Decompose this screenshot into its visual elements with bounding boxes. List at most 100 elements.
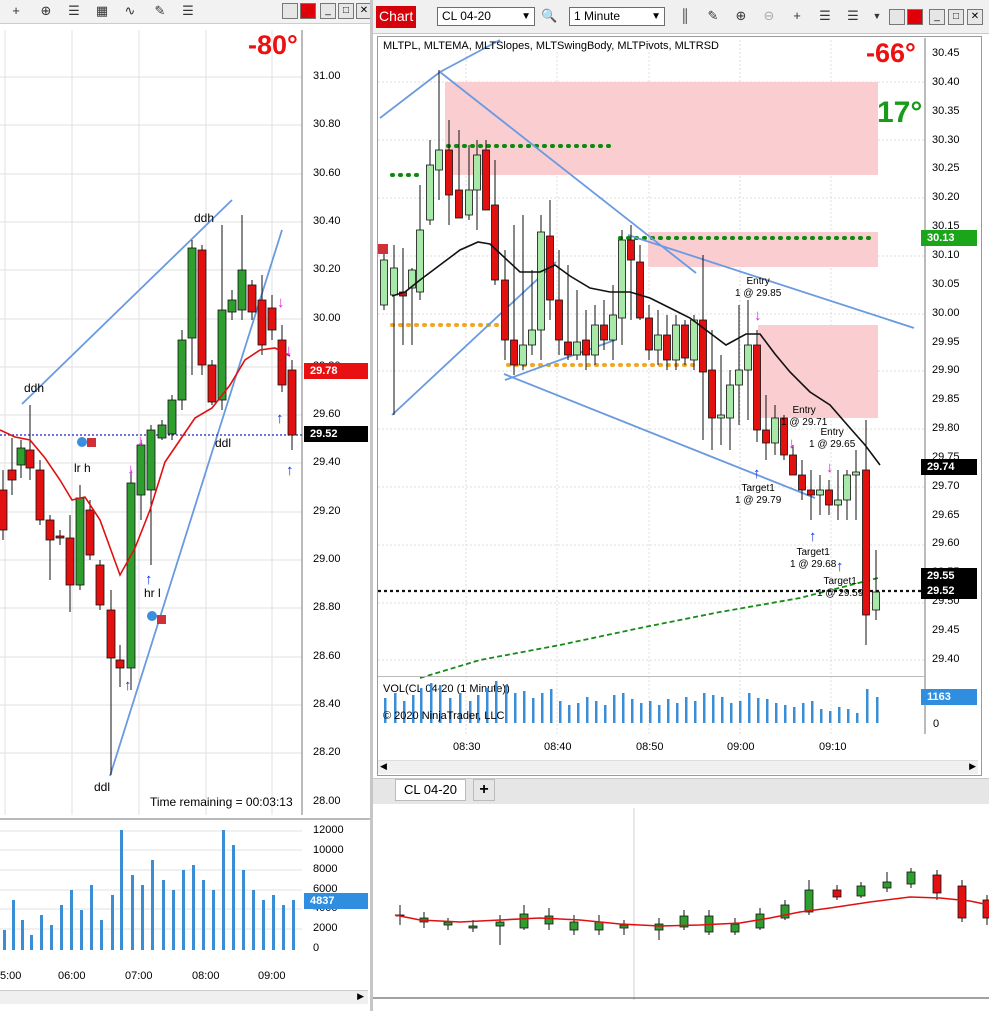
right-candle — [798, 474, 806, 491]
left-candle — [177, 339, 187, 401]
left-candle — [0, 489, 8, 531]
scroll-right-icon[interactable]: ▶ — [357, 991, 364, 1002]
right-candle — [816, 489, 824, 496]
target-label-value: 1 @ 29.59 — [817, 588, 864, 599]
right-candle — [843, 474, 851, 501]
scroll-left-icon[interactable]: ◀ — [380, 761, 387, 772]
attach-icon[interactable]: ☰ — [180, 3, 196, 19]
zoom-in-icon[interactable]: ⊕ — [38, 3, 54, 19]
maximize-button[interactable]: □ — [338, 3, 354, 19]
left-volume-axis-label: 2000 — [313, 922, 338, 934]
left-volume-axis-label: 12000 — [313, 824, 344, 836]
right-candle — [465, 189, 473, 216]
right-volume-bar — [559, 701, 562, 723]
drawing-tool-icon[interactable]: ∿ — [122, 3, 138, 19]
right-candle — [435, 149, 443, 171]
right-volume-bar — [847, 709, 850, 723]
left-price-axis-label: 29.00 — [313, 553, 341, 565]
instrument-selector[interactable]: CL 04-20 ▼ — [437, 7, 535, 26]
right-candle — [491, 204, 499, 281]
right-volume-bar — [775, 703, 778, 723]
lower-candle — [856, 885, 866, 897]
bar-type-icon[interactable]: ║ — [677, 8, 693, 24]
zoom-out-icon[interactable]: ⊖ — [761, 8, 777, 24]
right-candle — [627, 239, 635, 261]
window-red-button[interactable] — [300, 3, 316, 19]
dropdown-icon[interactable]: ▼ — [869, 8, 885, 24]
left-candle — [16, 447, 26, 466]
right-candle — [762, 429, 770, 444]
right-candle — [645, 317, 653, 351]
right-price-axis-label: 29.60 — [932, 537, 960, 550]
right-volume-bar — [568, 705, 571, 723]
right-candle — [473, 154, 481, 191]
zoom-in-icon[interactable]: ⊕ — [733, 8, 749, 24]
left-volume-bar — [212, 890, 215, 950]
left-scrollbar[interactable]: ▶ — [0, 990, 368, 1004]
window-gray-button[interactable] — [889, 9, 905, 25]
right-candle — [380, 259, 388, 306]
copyright-text: © 2020 NinjaTrader, LLC — [383, 710, 505, 722]
attach-icon[interactable]: ☰ — [845, 8, 861, 24]
tab-strip: CL 04-20 + — [373, 778, 989, 804]
right-candle — [564, 341, 572, 356]
left-candle — [187, 247, 197, 339]
search-icon[interactable]: 🔍 — [541, 8, 557, 24]
crosshair-icon[interactable]: + — [8, 3, 24, 19]
left-price-axis-label: 28.20 — [313, 746, 341, 759]
right-scrollbar[interactable]: ◀ ▶ — [378, 760, 978, 774]
lower-candle — [755, 913, 765, 929]
left-candle — [267, 307, 277, 331]
minimize-button[interactable]: _ — [320, 3, 336, 19]
left-volume-tag: 4837 — [304, 893, 368, 909]
label-ddh-left: ddh — [24, 381, 45, 395]
right-candle — [654, 334, 662, 351]
interval-selector[interactable]: 1 Minute ▼ — [569, 7, 665, 26]
maximize-button[interactable]: □ — [948, 9, 964, 25]
template-icon[interactable]: ✎ — [152, 3, 168, 19]
left-candle — [85, 509, 95, 556]
target-label-3: Target1 1 @ 29.59 — [817, 576, 863, 600]
minimize-button[interactable]: _ — [929, 9, 945, 25]
left-price-axis-label: 28.00 — [313, 794, 341, 807]
add-tab-button[interactable]: + — [473, 779, 495, 801]
svg-text:↑: ↑ — [836, 558, 844, 575]
tab-cl-04-20[interactable]: CL 04-20 — [395, 779, 466, 801]
close-button[interactable]: ✕ — [967, 9, 983, 25]
data-box-icon[interactable]: ▦ — [94, 3, 110, 19]
entry-label-1: Entry 1 @ 29.85 — [735, 276, 781, 300]
left-price-axis-label: 28.60 — [313, 649, 341, 662]
properties-icon[interactable]: ☰ — [66, 3, 82, 19]
left-price-axis-label: 30.20 — [313, 263, 341, 276]
crosshair-icon[interactable]: + — [789, 8, 805, 24]
window-red-button[interactable] — [907, 9, 923, 25]
svg-text:↑: ↑ — [753, 465, 761, 482]
right-volume-bar — [595, 701, 598, 723]
target-label-value: 1 @ 29.68 — [790, 559, 837, 570]
lower-price-chart — [373, 808, 989, 1000]
right-candle — [618, 239, 626, 319]
right-volume-bar — [604, 705, 607, 723]
interval-value: 1 Minute — [574, 9, 621, 23]
left-volume-bar — [40, 915, 43, 950]
right-volume-bar — [532, 698, 535, 723]
svg-text:↓: ↓ — [277, 294, 285, 311]
window-gray-button[interactable] — [282, 3, 298, 19]
target-label-1: Target1 1 @ 29.79 — [735, 483, 781, 507]
right-candle — [390, 267, 398, 296]
left-candle — [237, 269, 247, 311]
time-remaining: Time remaining = 00:03:13 — [150, 795, 293, 809]
right-candle — [555, 299, 563, 341]
left-volume-bar — [232, 845, 235, 950]
drawing-pen-icon[interactable]: ✎ — [705, 8, 721, 24]
lower-candle — [957, 885, 967, 919]
left-volume-bar — [242, 870, 245, 950]
scroll-right-icon[interactable]: ▶ — [969, 761, 976, 772]
label-lr-h: lr h — [74, 461, 91, 475]
properties-icon[interactable]: ☰ — [817, 8, 833, 24]
right-price-axis-label: 29.85 — [932, 393, 960, 406]
left-volume-bar — [282, 905, 285, 950]
window-title: Chart — [376, 6, 417, 28]
left-price-axis-label: 30.80 — [313, 118, 341, 131]
left-volume-bar — [120, 830, 123, 950]
